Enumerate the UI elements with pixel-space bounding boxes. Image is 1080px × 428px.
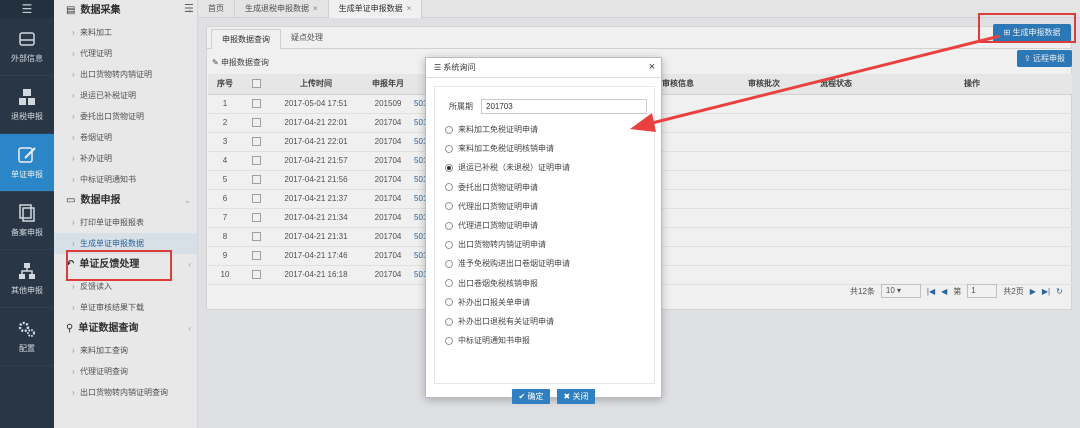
arrow-line bbox=[647, 34, 1001, 126]
arrow-head bbox=[630, 113, 656, 132]
red-arrow-annotation bbox=[630, 34, 1001, 132]
